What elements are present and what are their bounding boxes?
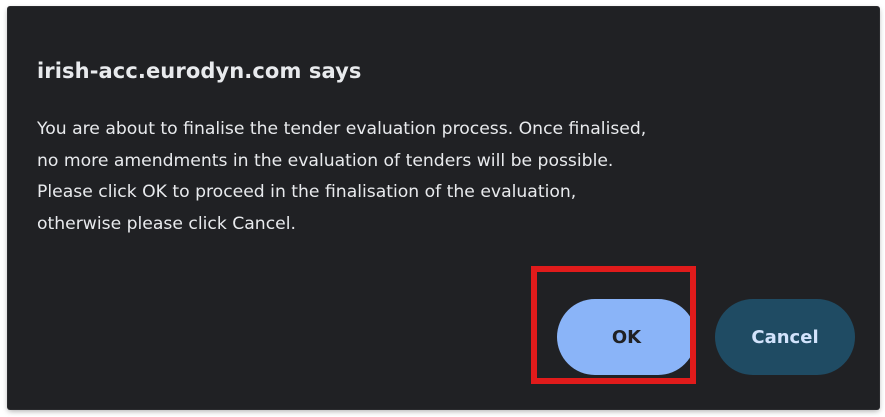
dialog-title: irish-acc.eurodyn.com says (37, 59, 362, 83)
page-background: irish-acc.eurodyn.com says You are about… (0, 0, 885, 417)
dialog-message-line: Please click OK to proceed in the finali… (37, 182, 577, 202)
confirm-dialog: irish-acc.eurodyn.com says You are about… (8, 7, 879, 409)
dialog-message-line: You are about to finalise the tender eva… (37, 119, 647, 139)
dialog-message-line: no more amendments in the evaluation of … (37, 150, 614, 171)
dialog-message-line: otherwise please click Cancel. (37, 213, 296, 234)
ok-button[interactable]: OK (557, 299, 696, 375)
cancel-button[interactable]: Cancel (715, 299, 855, 375)
dialog-message: You are about to finalise the tender eva… (37, 114, 867, 240)
